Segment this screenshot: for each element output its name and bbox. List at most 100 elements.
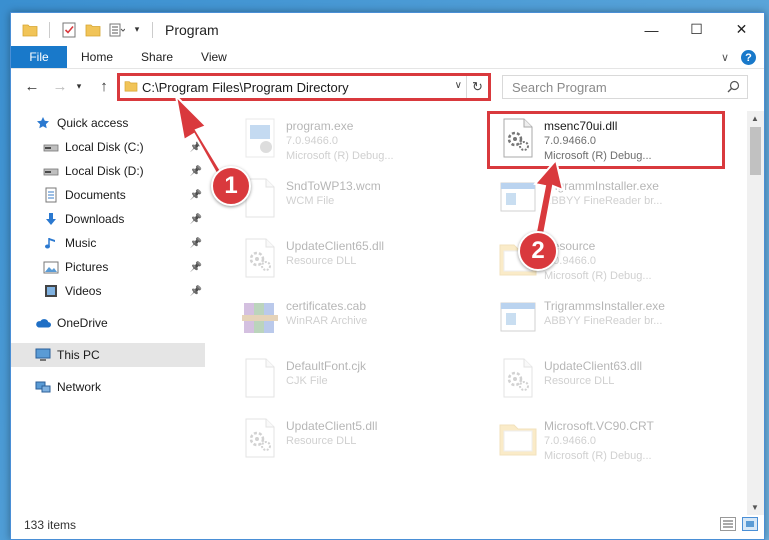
file-name: SndToWP13.wcm xyxy=(286,179,381,193)
download-icon xyxy=(43,211,59,227)
sidebar-item[interactable]: Local Disk (C:) 📌 xyxy=(11,135,205,159)
help-icon[interactable]: ? xyxy=(741,50,756,65)
file-name: TrigrammsInstaller.exe xyxy=(544,299,665,313)
file-name: msenc70ui.dll xyxy=(544,119,618,133)
dll-icon xyxy=(498,117,538,159)
maximize-button[interactable]: ☐ xyxy=(674,13,719,46)
window-controls: — ☐ ✕ xyxy=(629,13,764,46)
search-icon[interactable] xyxy=(727,80,740,96)
tab-file[interactable]: File xyxy=(11,46,67,68)
sidebar-item-label: Music xyxy=(65,236,97,250)
file-item[interactable]: TrigrammInstaller.exe ABBYY FineReader br… xyxy=(490,173,730,231)
file-detail: Resource DLL xyxy=(286,255,357,267)
pin-icon: 📌 xyxy=(189,237,202,249)
refresh-icon[interactable]: ↻ xyxy=(466,76,488,98)
sidebar-item-label: Local Disk (C:) xyxy=(65,140,144,154)
sidebar-item-label: Local Disk (D:) xyxy=(65,164,144,178)
address-path[interactable]: C:\Program Files\Program Directory xyxy=(142,80,349,95)
properties-icon[interactable] xyxy=(60,21,78,39)
file-item[interactable]: SndToWP13.wcm WCM File xyxy=(232,173,472,231)
sidebar-item[interactable]: Network xyxy=(11,375,205,399)
search-input[interactable]: Search Program xyxy=(512,80,607,95)
file-detail: Microsoft (R) Debug... xyxy=(544,450,652,462)
forward-icon[interactable]: → xyxy=(49,75,71,97)
scroll-thumb[interactable] xyxy=(750,127,761,175)
file-detail: Resource DLL xyxy=(544,375,615,387)
file-detail: WCM File xyxy=(286,195,335,207)
file-name: UpdateClient5.dll xyxy=(286,419,378,433)
sidebar-item[interactable]: Local Disk (D:) 📌 xyxy=(11,159,205,183)
file-item[interactable]: Microsoft.VC90.CRT 7.0.9466.0 Microsoft (R… xyxy=(490,413,730,471)
file-item[interactable]: TrigrammsInstaller.exe ABBYY FineReader b… xyxy=(490,293,730,351)
file-details: UpdateClient63.dll Resource DLL xyxy=(544,353,642,389)
sidebar-item[interactable]: OneDrive xyxy=(11,311,205,335)
drive-icon xyxy=(43,163,59,179)
folder-icon xyxy=(124,80,138,95)
file-item[interactable]: UpdateClient5.dll Resource DLL xyxy=(232,413,472,471)
minimize-button[interactable]: — xyxy=(629,13,674,46)
chevron-down-icon[interactable]: ∨ xyxy=(455,80,462,91)
dll-icon xyxy=(240,237,280,279)
customize-icon[interactable] xyxy=(108,21,126,39)
tab-home[interactable]: Home xyxy=(67,46,127,68)
videos-icon xyxy=(43,283,59,299)
sidebar-item-label: Documents xyxy=(65,188,126,202)
large-icons-view-icon[interactable] xyxy=(742,517,758,531)
file-detail: 7.0.9466.0 xyxy=(544,135,596,147)
file-details: Resource 7.0.9466.0 Microsoft (R) Debug... xyxy=(544,233,652,284)
file-details: SndToWP13.wcm WCM File xyxy=(286,173,381,209)
file-detail: ABBYY FineReader br... xyxy=(544,195,663,207)
sidebar-item[interactable]: Pictures 📌 xyxy=(11,255,205,279)
close-button[interactable]: ✕ xyxy=(719,13,764,46)
search-box[interactable]: Search Program xyxy=(502,75,748,99)
sidebar-item[interactable]: Music 📌 xyxy=(11,231,205,255)
sidebar-item-label: Videos xyxy=(65,284,102,298)
back-icon[interactable]: ← xyxy=(21,75,43,97)
file-details: UpdateClient65.dll Resource DLL xyxy=(286,233,384,269)
sidebar-item[interactable]: Downloads 📌 xyxy=(11,207,205,231)
dll-icon xyxy=(240,417,280,459)
scroll-up-icon[interactable]: ▲ xyxy=(751,114,759,123)
music-icon xyxy=(43,235,59,251)
file-detail: CJK File xyxy=(286,375,328,387)
details-view-icon[interactable] xyxy=(720,517,736,531)
up-icon[interactable]: ↑ xyxy=(93,75,115,97)
file-detail: Microsoft (R) Debug... xyxy=(544,150,652,162)
sidebar-item[interactable]: Quick access xyxy=(11,111,205,135)
file-details: msenc70ui.dll 7.0.9466.0 Microsoft (R) Deb… xyxy=(544,113,652,164)
step-1-badge: 1 xyxy=(211,166,251,206)
window-title: Program xyxy=(165,21,219,38)
file-name: certificates.cab xyxy=(286,299,367,313)
new-folder-icon[interactable] xyxy=(84,21,102,39)
file-item[interactable]: certificates.cab WinRAR Archive xyxy=(232,293,472,351)
expand-ribbon-icon[interactable]: ∨ xyxy=(721,51,729,64)
chevron-down-icon[interactable]: ▾ xyxy=(132,21,142,39)
file-item[interactable]: DefaultFont.cjk CJK File xyxy=(232,353,472,411)
tab-share[interactable]: Share xyxy=(127,46,187,68)
file-icon xyxy=(240,357,280,399)
folder-icon xyxy=(21,21,39,39)
status-bar: 133 items xyxy=(11,511,764,539)
file-list: program.exe 7.0.9466.0 Microsoft (R) Debug… xyxy=(224,111,740,511)
star-icon xyxy=(35,115,51,131)
sidebar-item[interactable]: Documents 📌 xyxy=(11,183,205,207)
vertical-scrollbar[interactable]: ▲ ▼ xyxy=(747,111,764,515)
file-details: DefaultFont.cjk CJK File xyxy=(286,353,366,389)
file-item[interactable]: UpdateClient65.dll Resource DLL xyxy=(232,233,472,291)
file-detail: ABBYY FineReader br... xyxy=(544,315,663,327)
file-item[interactable]: program.exe 7.0.9466.0 Microsoft (R) Debug… xyxy=(232,113,472,171)
address-bar[interactable]: C:\Program Files\Program Directory ∨ ↻ xyxy=(119,75,489,99)
tab-view[interactable]: View xyxy=(187,46,241,68)
pin-icon: 📌 xyxy=(189,261,202,273)
pin-icon: 📌 xyxy=(189,285,202,297)
file-name: Microsoft.VC90.CRT xyxy=(544,419,654,433)
pin-icon: 📌 xyxy=(189,165,202,177)
file-item[interactable]: msenc70ui.dll 7.0.9466.0 Microsoft (R) Deb… xyxy=(490,113,730,171)
sidebar-item[interactable]: Videos 📌 xyxy=(11,279,205,303)
file-name: UpdateClient63.dll xyxy=(544,359,643,373)
view-buttons xyxy=(720,517,758,531)
sidebar-item[interactable]: This PC xyxy=(11,343,205,367)
file-detail: 7.0.9466.0 xyxy=(544,435,596,447)
file-item[interactable]: UpdateClient63.dll Resource DLL xyxy=(490,353,730,411)
recent-locations-icon[interactable]: ▾ xyxy=(73,75,85,97)
